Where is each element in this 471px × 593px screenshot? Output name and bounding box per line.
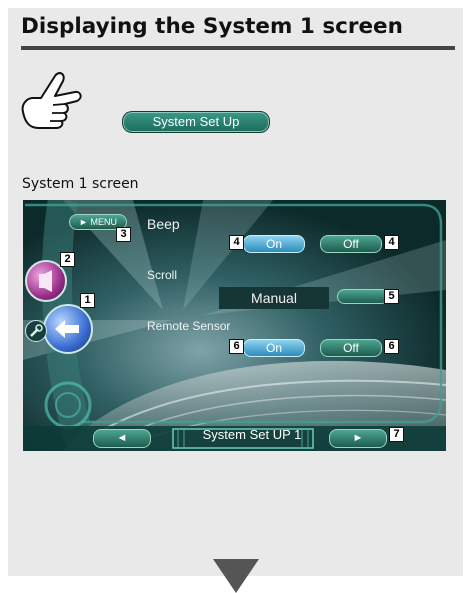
beep-off-button[interactable]: Off [320, 235, 382, 253]
callout-6-right: 6 [384, 339, 399, 354]
system-setup-button[interactable]: System Set Up [122, 111, 270, 133]
prev-page-button[interactable]: ◄ [93, 429, 151, 448]
section-title: Displaying the System 1 screen [21, 14, 403, 39]
beep-on-button[interactable]: On [243, 235, 305, 253]
section-header: Displaying the System 1 screen [8, 8, 463, 58]
title-rule [21, 46, 455, 50]
callout-4-right: 4 [384, 235, 399, 250]
screen-caption: System 1 screen [22, 176, 139, 192]
down-triangle-icon [213, 559, 259, 593]
scroll-label: Scroll [147, 268, 178, 282]
beep-label: Beep [147, 216, 180, 232]
hand-pointer-icon [21, 72, 82, 129]
remote-sensor-off-button[interactable]: Off [320, 339, 382, 357]
scroll-toggle-button[interactable] [337, 289, 389, 304]
scroll-value: Manual [219, 287, 329, 309]
remote-sensor-on-button[interactable]: On [243, 339, 305, 357]
wrench-icon[interactable] [25, 320, 47, 342]
next-page-button[interactable]: ► [329, 429, 387, 448]
play-icon: ► [79, 217, 88, 227]
back-arrow-icon[interactable] [43, 304, 93, 354]
callout-3: 3 [116, 227, 131, 242]
callout-5: 5 [384, 289, 399, 304]
footer-label: System Set UP 1 [202, 427, 302, 442]
callout-7: 7 [389, 427, 404, 442]
callout-1: 1 [80, 293, 95, 308]
remote-sensor-label: Remote Sensor [147, 319, 231, 333]
callout-4-left: 4 [229, 235, 244, 250]
callout-6-left: 6 [229, 339, 244, 354]
callout-2: 2 [60, 252, 75, 267]
menu-button-label: MENU [90, 217, 117, 227]
